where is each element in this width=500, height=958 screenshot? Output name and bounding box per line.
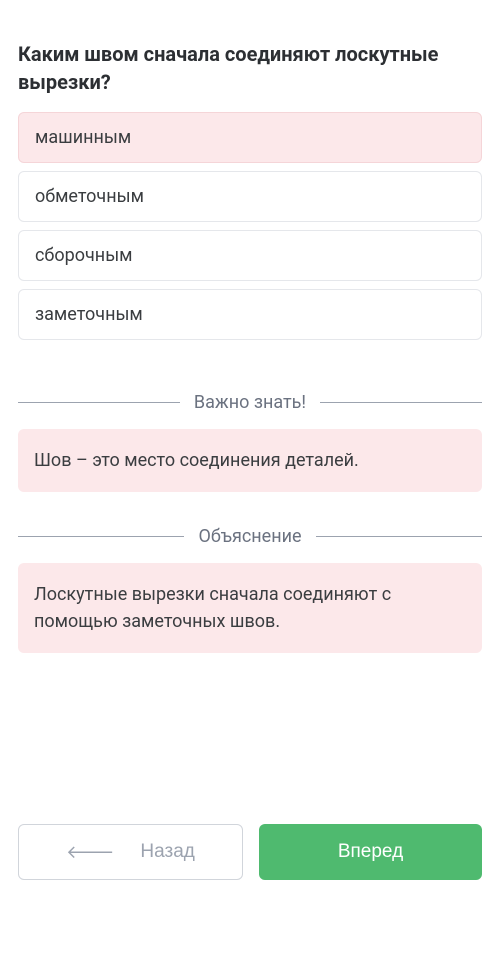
back-button[interactable]: 🡐 Назад [18, 824, 243, 880]
explanation-label: Объяснение [198, 526, 301, 547]
explanation-info-box: Лоскутные вырезки сначала соединяют с по… [18, 563, 482, 653]
divider-line [316, 536, 482, 537]
divider-line [18, 536, 184, 537]
important-info-box: Шов – это место соединения деталей. [18, 429, 482, 492]
option-label: машинным [35, 127, 131, 148]
important-divider: Важно знать! [18, 392, 482, 413]
spacer [18, 667, 482, 784]
forward-label: Вперед [338, 841, 403, 863]
explanation-text: Лоскутные вырезки сначала соединяют с по… [34, 584, 391, 632]
back-label: Назад [140, 841, 194, 863]
option-label: сборочным [35, 245, 133, 266]
divider-line [18, 402, 180, 403]
option-1[interactable]: обметочным [18, 171, 482, 222]
question-title: Каким швом сначала соединяют лоскутные в… [18, 40, 482, 96]
option-label: обметочным [35, 186, 144, 207]
option-label: заметочным [35, 304, 143, 325]
important-text: Шов – это место соединения деталей. [34, 450, 359, 471]
option-3[interactable]: заметочным [18, 289, 482, 340]
option-0[interactable]: машинным [18, 112, 482, 163]
explanation-divider: Объяснение [18, 526, 482, 547]
option-2[interactable]: сборочным [18, 230, 482, 281]
options-list: машинным обметочным сборочным заметочным [18, 112, 482, 340]
nav-buttons: 🡐 Назад Вперед [18, 824, 482, 880]
divider-line [320, 402, 482, 403]
arrow-left-icon: 🡐 [66, 842, 114, 863]
quiz-container: Каким швом сначала соединяют лоскутные в… [0, 0, 500, 958]
forward-button[interactable]: Вперед [259, 824, 482, 880]
important-label: Важно знать! [194, 392, 306, 413]
